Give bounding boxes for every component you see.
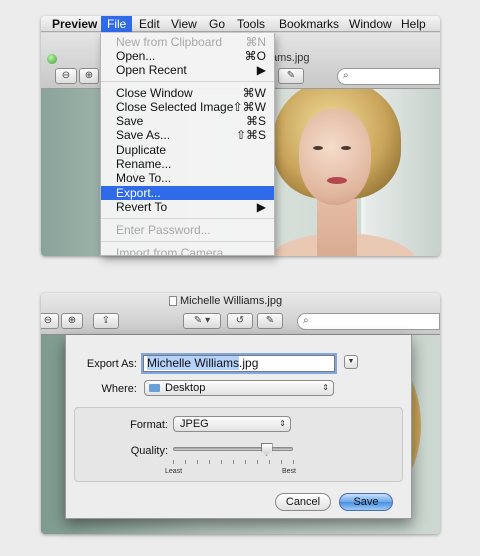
search-icon: ⌕ [303,315,309,326]
quality-label: Quality: [130,445,168,457]
quality-tick [293,460,294,464]
where-value: Desktop [165,382,206,394]
menu-item-enter-password: Enter Password... [116,223,211,237]
submenu-arrow-icon: ▶ [256,200,266,214]
menu-file[interactable]: File [101,16,133,32]
menu-item-open-recent[interactable]: Open Recent ▶ [101,63,274,77]
photo-eye-right [341,146,351,150]
document-icon [169,296,177,306]
menu-item-duplicate[interactable]: Duplicate [101,143,274,157]
menu-item-export[interactable]: Export... [101,186,274,200]
close-window-dot[interactable] [47,54,57,64]
quality-tick [245,460,246,464]
menu-tools[interactable]: Tools [237,16,265,32]
menu-preview[interactable]: Preview [52,16,97,32]
edit-toolbar-button[interactable]: ✎ [278,68,304,84]
menu-item-new-from-clipboard: New from Clipboard ⌘N [116,35,266,49]
menu-window[interactable]: Window [349,16,392,32]
format-popup[interactable]: JPEG ⇕ [173,416,291,432]
zoom-in-button[interactable]: ⊕ [61,313,83,329]
search-input[interactable]: ⌕ [337,68,440,85]
menu-item-close-window[interactable]: Close Window ⌘W [101,86,274,100]
edit-toolbar-button[interactable]: ✎ [257,313,283,329]
submenu-arrow-icon: ▶ [256,63,266,77]
file-menu-dropdown: New from Clipboard ⌘N Open... ⌘O Open Rece… [100,33,275,256]
popup-arrows-icon: ⇕ [279,419,286,428]
quality-tick [221,460,222,464]
cancel-button[interactable]: Cancel [275,493,331,511]
quality-tick [173,460,174,464]
photo-face [299,109,371,205]
menu-bookmarks[interactable]: Bookmarks [279,16,339,32]
menu-item-rename[interactable]: Rename... [101,157,274,171]
window-title: ams.jpg [271,52,310,64]
photo-neck [317,199,357,256]
quality-tick [257,460,258,464]
save-button[interactable]: Save [339,493,393,511]
menu-bar: Preview File Edit View Go Tools Bookmark… [41,16,440,32]
filename-selected-text: Michelle Williams [147,356,240,370]
quality-tick [209,460,210,464]
menu-separator [101,218,274,219]
rotate-button[interactable]: ↺ [227,313,253,329]
expand-disclosure-button[interactable]: ▼ [344,355,358,369]
search-icon: ⌕ [343,70,349,81]
export-sheet: Export As: Michelle Williams.jpg ▼ Where… [65,335,412,519]
export-as-label: Export As: [86,358,137,370]
search-input[interactable]: ⌕ [297,313,440,330]
popup-arrows-icon: ⇕ [322,383,329,392]
folder-icon [149,384,160,392]
photo-lips [327,177,347,184]
least-label: Least [165,468,183,475]
zoom-out-button[interactable]: ⊖ [55,68,77,84]
menu-help[interactable]: Help [401,16,426,32]
menu-item-move-to[interactable]: Move To... [101,171,274,185]
photo-eye-left [313,146,323,150]
menu-separator [101,81,274,82]
zoom-in-button[interactable]: ⊕ [79,68,99,84]
menu-edit[interactable]: Edit [139,16,160,32]
annotate-menu-button[interactable]: ✎ ▾ [183,313,221,329]
quality-slider-track[interactable] [173,447,293,451]
menu-item-open[interactable]: Open... ⌘O [101,49,274,63]
format-value: JPEG [180,418,209,430]
menu-item-save[interactable]: Save ⌘S [101,114,274,128]
menu-go[interactable]: Go [209,16,225,32]
best-label: Best [282,468,297,475]
menu-separator [101,241,274,242]
bottom-toolbar: Michelle Williams.jpg ⊖ ⊕ ⇪ ✎ ▾ ↺ ✎ ⌕ [41,293,440,335]
where-label: Where: [101,383,137,395]
zoom-out-button[interactable]: ⊖ [41,313,59,329]
menu-item-close-selected-image[interactable]: Close Selected Image ⇧⌘W [101,100,274,114]
menu-item-revert-to[interactable]: Revert To ▶ [101,200,274,214]
quality-tick [197,460,198,464]
quality-tick [269,460,270,464]
quality-tick [281,460,282,464]
quality-tick [185,460,186,464]
filename-extension: .jpg [239,356,259,370]
where-popup[interactable]: Desktop ⇕ [144,380,334,396]
quality-tick [233,460,234,464]
menu-item-save-as[interactable]: Save As... ⇧⌘S [101,128,274,142]
share-button[interactable]: ⇪ [93,313,119,329]
filename-field[interactable]: Michelle Williams.jpg [143,355,335,372]
menu-item-import-from-camera: Import from Camera... [116,246,234,256]
window-title: Michelle Williams.jpg [180,295,283,307]
format-label: Format: [130,419,168,431]
menu-view[interactable]: View [171,16,197,32]
